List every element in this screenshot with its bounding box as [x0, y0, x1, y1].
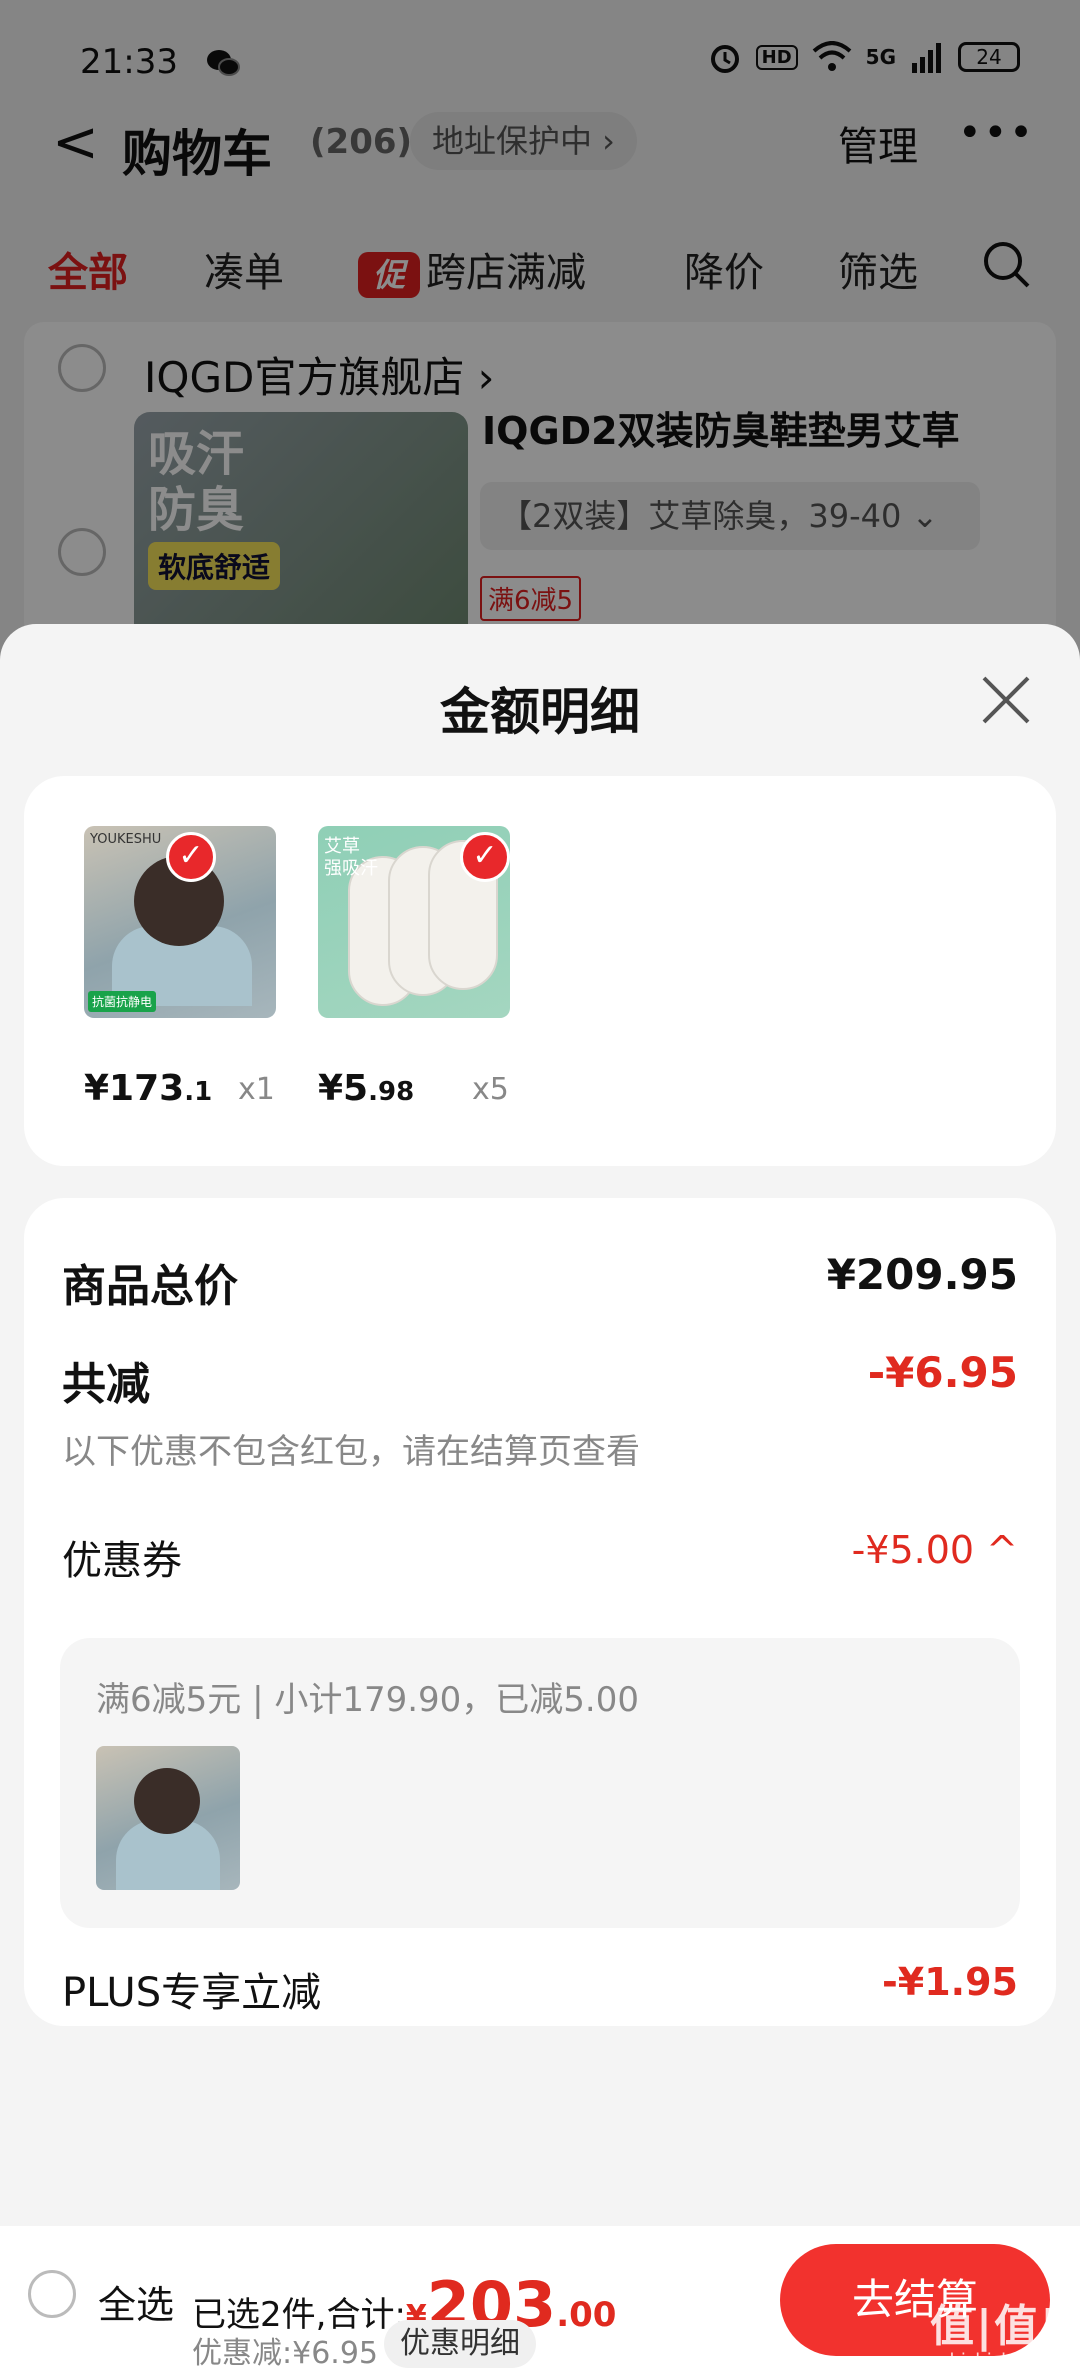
plus-discount-label: PLUS专享立减 [62, 1970, 322, 2016]
checkmark-icon: ✓ [166, 832, 216, 882]
reduce-value: -¥6.95 [867, 1348, 1018, 1397]
coupon-detail-box: 满6减5元 | 小计179.90，已减5.00 [60, 1638, 1020, 1928]
amount-detail-card: 商品总价 ¥209.95 共减 -¥6.95 以下优惠不包含红包，请在结算页查看… [24, 1198, 1056, 2026]
discount-detail-button[interactable]: 优惠明细 [384, 2320, 536, 2368]
checkmark-icon: ✓ [460, 832, 510, 882]
discount-text: 优惠减:¥6.95 [192, 2336, 378, 2371]
item-quantity: x5 [472, 1072, 509, 1107]
thumb-label: 抗菌抗静电 [88, 991, 157, 1012]
total-label: 商品总价 [62, 1261, 238, 1312]
close-icon[interactable] [978, 672, 1034, 728]
reduce-label: 共减 [62, 1359, 150, 1410]
coupon-desc: 满6减5元 | 小计179.90，已减5.00 [96, 1680, 640, 1720]
coupon-label: 优惠券 [62, 1538, 182, 1584]
select-all-label[interactable]: 全选 [98, 2274, 174, 2329]
total-value: ¥209.95 [826, 1250, 1018, 1299]
item-price: ¥5.98 [318, 1068, 415, 1109]
selected-items-card: YOUKESHU 抗菌抗静电 ✓ 艾草 强吸汗 ✓ ¥173.1 x1 ¥5.98… [24, 776, 1056, 1166]
item-quantity: x1 [238, 1072, 275, 1107]
coupon-item-thumbnail[interactable] [96, 1746, 240, 1890]
checkout-footer: 全选 已选2件,合计:¥203.00 优惠减:¥6.95 优惠明细 去结算 [0, 2226, 1080, 2376]
coupon-toggle[interactable]: -¥5.00 ^ [852, 1528, 1018, 1572]
thumb-figure-head [134, 1768, 200, 1834]
thumb-label: 艾草 强吸汗 [324, 836, 378, 879]
reduce-note: 以下优惠不包含红包，请在结算页查看 [62, 1432, 640, 1472]
amount-detail-sheet: 金额明细 YOUKESHU 抗菌抗静电 ✓ 艾草 强吸汗 ✓ ¥173.1 x1 … [0, 624, 1080, 2376]
select-all-radio[interactable] [28, 2270, 76, 2318]
sheet-title: 金额明细 [440, 683, 640, 741]
item-price: ¥173.1 [84, 1068, 213, 1109]
thumb-brand: YOUKESHU [90, 832, 162, 847]
plus-discount-value: -¥1.95 [882, 1960, 1018, 2004]
watermark-url: zhizhizhi.com [940, 2350, 1062, 2371]
